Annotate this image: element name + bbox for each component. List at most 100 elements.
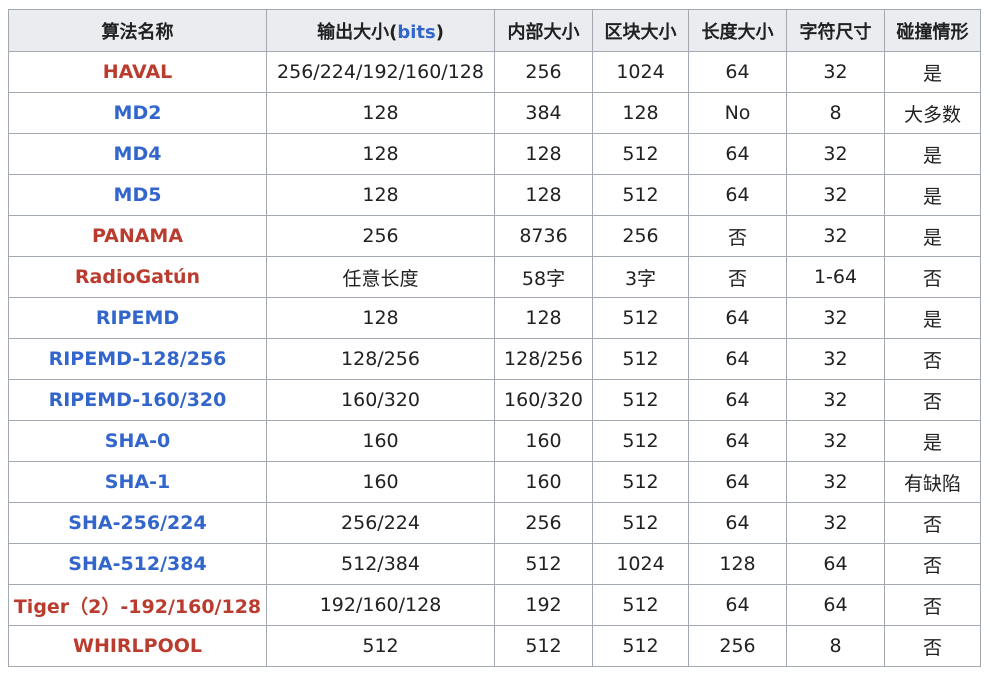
table-row: PANAMA 256 8736 256 否 32 是: [8, 215, 981, 257]
header-output-suffix: ): [435, 21, 444, 43]
cell-length-size: 64: [688, 584, 787, 626]
cell-length-size: 64: [688, 133, 787, 175]
cell-length-size: 64: [688, 461, 787, 503]
cell-collision: 是: [884, 420, 981, 462]
header-word-size: 字符尺寸: [786, 9, 885, 52]
cell-algorithm-name: HAVAL: [8, 51, 267, 93]
table-row: WHIRLPOOL 512 512 512 256 8 否: [8, 625, 981, 667]
cell-algorithm-name: WHIRLPOOL: [8, 625, 267, 667]
table-body: HAVAL 256/224/192/160/128 256 1024 64 32 是 MD2 1…: [8, 51, 981, 667]
cell-word-size: 32: [786, 502, 885, 544]
algorithm-link[interactable]: HAVAL: [103, 61, 173, 83]
cell-length-size: 否: [688, 256, 787, 298]
cell-word-size: 32: [786, 174, 885, 216]
cell-length-size: 否: [688, 215, 787, 257]
cell-block-size: 1024: [592, 543, 689, 585]
algorithm-link[interactable]: SHA-0: [105, 430, 170, 452]
cell-collision: 否: [884, 543, 981, 585]
header-collision: 碰撞情形: [884, 9, 981, 52]
cell-length-size: 128: [688, 543, 787, 585]
cell-output-size: 128: [266, 174, 495, 216]
cell-word-size: 32: [786, 297, 885, 339]
hash-comparison-table: 算法名称 输出大小(bits) 内部大小 区块大小 长度大小 字符尺寸 碰撞情形…: [8, 9, 981, 667]
cell-internal-size: 384: [494, 92, 593, 134]
algorithm-link[interactable]: MD5: [114, 184, 162, 206]
algorithm-link[interactable]: SHA-512/384: [68, 553, 206, 575]
cell-word-size: 32: [786, 133, 885, 175]
algorithm-link[interactable]: RIPEMD-128/256: [49, 348, 227, 370]
cell-output-size: 256: [266, 215, 495, 257]
cell-collision: 是: [884, 133, 981, 175]
table-row: Tiger（2）-192/160/128 192/160/128 192 512 64 6…: [8, 584, 981, 626]
algorithm-link[interactable]: RIPEMD-160/320: [49, 389, 227, 411]
cell-output-size: 128: [266, 133, 495, 175]
cell-algorithm-name: Tiger（2）-192/160/128: [8, 584, 267, 626]
algorithm-link[interactable]: MD4: [114, 143, 162, 165]
table-row: HAVAL 256/224/192/160/128 256 1024 64 32 是: [8, 51, 981, 93]
algorithm-link[interactable]: RIPEMD: [96, 307, 179, 329]
cell-length-size: 64: [688, 420, 787, 462]
header-block-size: 区块大小: [592, 9, 689, 52]
cell-internal-size: 160: [494, 461, 593, 503]
cell-collision: 否: [884, 379, 981, 421]
algorithm-link[interactable]: SHA-256/224: [68, 512, 206, 534]
cell-block-size: 512: [592, 297, 689, 339]
cell-length-size: 64: [688, 297, 787, 339]
cell-block-size: 1024: [592, 51, 689, 93]
cell-block-size: 512: [592, 625, 689, 667]
table-row: RIPEMD-128/256 128/256 128/256 512 64 32 否: [8, 338, 981, 380]
cell-length-size: 64: [688, 502, 787, 544]
cell-internal-size: 8736: [494, 215, 593, 257]
cell-algorithm-name: SHA-256/224: [8, 502, 267, 544]
table-row: RIPEMD 128 128 512 64 32 是: [8, 297, 981, 339]
cell-block-size: 512: [592, 133, 689, 175]
cell-internal-size: 128: [494, 297, 593, 339]
cell-collision: 否: [884, 625, 981, 667]
cell-collision: 否: [884, 502, 981, 544]
cell-internal-size: 128: [494, 174, 593, 216]
algorithm-link[interactable]: MD2: [114, 102, 162, 124]
cell-word-size: 32: [786, 461, 885, 503]
bits-link[interactable]: bits: [397, 22, 435, 43]
cell-algorithm-name: MD4: [8, 133, 267, 175]
cell-collision: 是: [884, 297, 981, 339]
cell-collision: 否: [884, 584, 981, 626]
cell-internal-size: 128: [494, 133, 593, 175]
cell-block-size: 512: [592, 379, 689, 421]
algorithm-link[interactable]: Tiger（2）-192/160/128: [14, 596, 261, 618]
algorithm-link[interactable]: SHA-1: [105, 471, 170, 493]
cell-algorithm-name: RIPEMD-128/256: [8, 338, 267, 380]
algorithm-link[interactable]: PANAMA: [92, 225, 183, 247]
cell-output-size: 512: [266, 625, 495, 667]
cell-word-size: 8: [786, 92, 885, 134]
header-output-size: 输出大小(bits): [266, 9, 495, 52]
cell-length-size: 256: [688, 625, 787, 667]
cell-block-size: 512: [592, 338, 689, 380]
cell-internal-size: 512: [494, 543, 593, 585]
cell-block-size: 256: [592, 215, 689, 257]
cell-algorithm-name: RadioGatún: [8, 256, 267, 298]
cell-algorithm-name: SHA-1: [8, 461, 267, 503]
algorithm-link[interactable]: RadioGatún: [75, 266, 200, 288]
cell-word-size: 8: [786, 625, 885, 667]
cell-internal-size: 160/320: [494, 379, 593, 421]
table-header-row: 算法名称 输出大小(bits) 内部大小 区块大小 长度大小 字符尺寸 碰撞情形: [8, 9, 981, 52]
header-length-size: 长度大小: [688, 9, 787, 52]
cell-internal-size: 256: [494, 502, 593, 544]
table-row: SHA-256/224 256/224 256 512 64 32 否: [8, 502, 981, 544]
cell-length-size: No: [688, 92, 787, 134]
table-row: SHA-0 160 160 512 64 32 是: [8, 420, 981, 462]
header-internal-size: 内部大小: [494, 9, 593, 52]
cell-collision: 有缺陷: [884, 461, 981, 503]
cell-output-size: 192/160/128: [266, 584, 495, 626]
cell-collision: 是: [884, 174, 981, 216]
cell-length-size: 64: [688, 174, 787, 216]
cell-block-size: 512: [592, 174, 689, 216]
table-row: RIPEMD-160/320 160/320 160/320 512 64 32 否: [8, 379, 981, 421]
cell-length-size: 64: [688, 338, 787, 380]
cell-collision: 否: [884, 338, 981, 380]
cell-output-size: 128: [266, 297, 495, 339]
algorithm-link[interactable]: WHIRLPOOL: [73, 635, 202, 657]
cell-algorithm-name: SHA-512/384: [8, 543, 267, 585]
cell-length-size: 64: [688, 51, 787, 93]
